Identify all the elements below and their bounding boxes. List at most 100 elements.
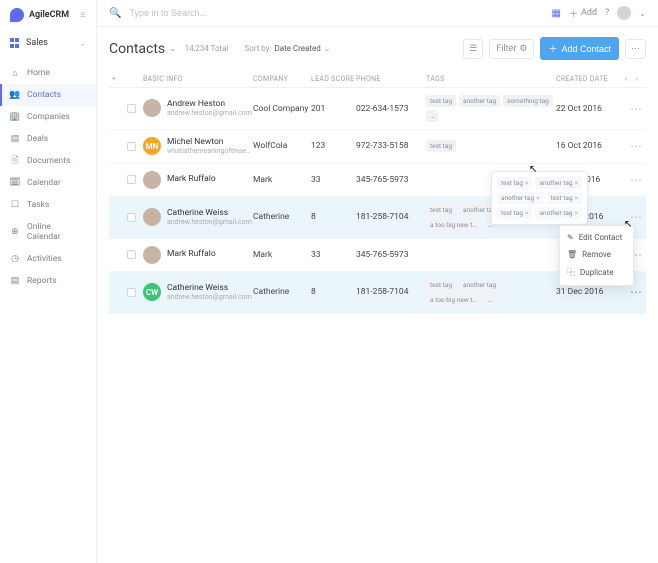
tag-chip[interactable]: test tag (426, 279, 456, 291)
col-company[interactable]: COMPANY (253, 75, 311, 83)
avatar (143, 171, 161, 189)
nav-label: Home (27, 68, 50, 78)
tag-chip[interactable]: a too big new t… (426, 219, 481, 231)
row-checkbox[interactable] (127, 142, 136, 151)
sort-control[interactable]: Sort by: Date Created ⌄ (244, 44, 330, 53)
row-checkbox[interactable] (127, 175, 136, 184)
remove-tag-icon[interactable]: × (525, 179, 528, 187)
avatar (143, 246, 161, 264)
workspace-selector[interactable]: Sales ⌄ (0, 30, 96, 56)
tag-chip[interactable]: test tag (426, 204, 456, 216)
col-tags[interactable]: TAGS (426, 75, 556, 83)
cell-date: 31 Dec 2016 (556, 287, 621, 297)
cell-basic: Catherine Weissandrew.heston@gmail.com (143, 208, 253, 227)
tag-chip[interactable]: something tag (503, 95, 553, 107)
view-list-button[interactable]: ☰ (463, 39, 483, 59)
more-options-button[interactable]: ⋯ (625, 39, 646, 59)
cell-phone: 022-634-1573 (356, 104, 426, 114)
tag-chip-removable[interactable]: another tag × (535, 207, 582, 219)
cell-tags: test taganother tagsomething tag … (426, 95, 556, 122)
sidebar-item-contacts[interactable]: 👥Contacts (0, 84, 96, 106)
row-actions-button[interactable]: ⋯ (630, 102, 642, 116)
tag-chip[interactable]: test tag (426, 95, 456, 107)
cell-date: 22 Oct 2016 (556, 104, 621, 114)
contact-name[interactable]: Catherine Weiss (167, 283, 252, 293)
sidebar-item-home[interactable]: ⌂Home (0, 62, 96, 84)
row-actions-button[interactable]: ⋯ (630, 210, 642, 224)
page-header: Contacts ⌄ 14,234 Total Sort by: Date Cr… (109, 37, 646, 60)
nav-label: Online Calendar (27, 222, 86, 242)
contact-name[interactable]: Mark Ruffalo (167, 249, 216, 259)
row-actions-button[interactable]: ⋯ (630, 285, 642, 299)
sidebar-item-tasks[interactable]: ☐Tasks (0, 194, 96, 216)
brand: AgileCRM ≡ (0, 0, 96, 30)
user-avatar[interactable] (617, 6, 631, 20)
remove-tag-icon[interactable]: × (575, 194, 578, 202)
add-contact-button[interactable]: ＋ Add Contact (540, 37, 619, 60)
sidebar-item-documents[interactable]: 🗎Documents (0, 150, 96, 172)
remove-tag-icon[interactable]: × (575, 209, 578, 217)
remove-tag-icon[interactable]: × (525, 209, 528, 217)
avatar (143, 99, 161, 117)
col-lead[interactable]: LEAD SCORE (311, 75, 356, 83)
remove-tag-icon[interactable]: × (575, 179, 578, 187)
contact-name[interactable]: Catherine Weiss (167, 208, 252, 218)
tag-chip-removable[interactable]: test tag × (547, 192, 582, 204)
row-checkbox[interactable] (127, 213, 136, 222)
filter-button[interactable]: Filter ⚙ (489, 39, 534, 59)
nav-icon: ⊕ (10, 227, 20, 237)
row-actions-button[interactable]: ⋯ (630, 139, 642, 153)
tag-chip-removable[interactable]: test tag × (497, 207, 532, 219)
col-basic[interactable]: BASIC INFO (143, 75, 253, 83)
nav-icon: ☐ (10, 200, 20, 210)
ctx-edit[interactable]: ✎Edit Contact (560, 229, 633, 246)
sidebar-item-online-calendar[interactable]: ⊕ Online Calendar (0, 216, 96, 248)
context-menu: ✎Edit Contact 🗑Remove ⿻Duplicate (559, 225, 634, 286)
total-count: 14,234 Total (185, 44, 229, 53)
row-checkbox[interactable] (127, 288, 136, 297)
table-row[interactable]: MNMichel Newtonwhatisthemeaningofthisema… (109, 130, 646, 164)
table-row[interactable]: Andrew Hestonandrew.heston@gmail.comCool… (109, 88, 646, 130)
add-button[interactable]: ＋ Add (569, 7, 597, 20)
nav-label: Deals (27, 134, 48, 144)
tag-chip-removable[interactable]: test tag × (497, 177, 532, 189)
row-actions-button[interactable]: ⋯ (630, 173, 642, 187)
sidebar-item-calendar[interactable]: 🗓Calendar (0, 172, 96, 194)
nav: ⌂Home👥Contacts🏢Companies▤Deals🗎Documents… (0, 62, 96, 292)
cell-phone: 181-258-7104 (356, 212, 426, 222)
tag-chip[interactable]: another tag (459, 279, 500, 291)
sidebar-item-deals[interactable]: ▤Deals (0, 128, 96, 150)
tag-chip[interactable]: another tag (459, 95, 500, 107)
filter-icon: ⚙ (519, 44, 527, 54)
sidebar-item-activities[interactable]: ◷Activities (0, 248, 96, 270)
ctx-remove[interactable]: 🗑Remove (560, 246, 633, 263)
tag-chip-removable[interactable]: another tag × (535, 177, 582, 189)
tag-chip[interactable]: … (484, 294, 496, 306)
row-checkbox[interactable] (127, 104, 136, 113)
chevron-down-icon[interactable]: ⌄ (639, 9, 646, 18)
sidebar-item-companies[interactable]: 🏢Companies (0, 106, 96, 128)
top-actions: ＋ Add ? ⌄ (569, 6, 646, 20)
contact-name[interactable]: Andrew Heston (167, 99, 252, 109)
search-input[interactable] (129, 8, 543, 18)
ctx-duplicate[interactable]: ⿻Duplicate (560, 263, 633, 282)
expand-col[interactable]: + (109, 75, 119, 83)
cell-phone: 345-765-5973 (356, 250, 426, 260)
sidebar-collapse-icon[interactable]: ≡ (80, 10, 86, 21)
row-checkbox[interactable] (127, 250, 136, 259)
nav-icon: ◷ (10, 254, 20, 264)
remove-tag-icon[interactable]: × (536, 194, 539, 202)
help-icon[interactable]: ? (605, 8, 609, 18)
col-phone[interactable]: PHONE (356, 75, 426, 83)
tag-chip[interactable]: a too big new t… (426, 294, 481, 306)
page-title[interactable]: Contacts ⌄ (109, 41, 177, 57)
contact-name[interactable]: Mark Ruffalo (167, 174, 216, 184)
contact-name[interactable]: Michel Newton (167, 137, 253, 147)
tag-chip-removable[interactable]: another tag × (497, 192, 544, 204)
tag-chip[interactable]: test tag (426, 140, 456, 152)
sidebar-item-reports[interactable]: ▤Reports (0, 270, 96, 292)
col-created[interactable]: CREATED DATE (556, 75, 621, 83)
tag-chip[interactable]: … (426, 110, 438, 122)
apps-grid-icon[interactable]: ▦ (552, 8, 561, 19)
cell-phone: 181-258-7104 (356, 287, 426, 297)
